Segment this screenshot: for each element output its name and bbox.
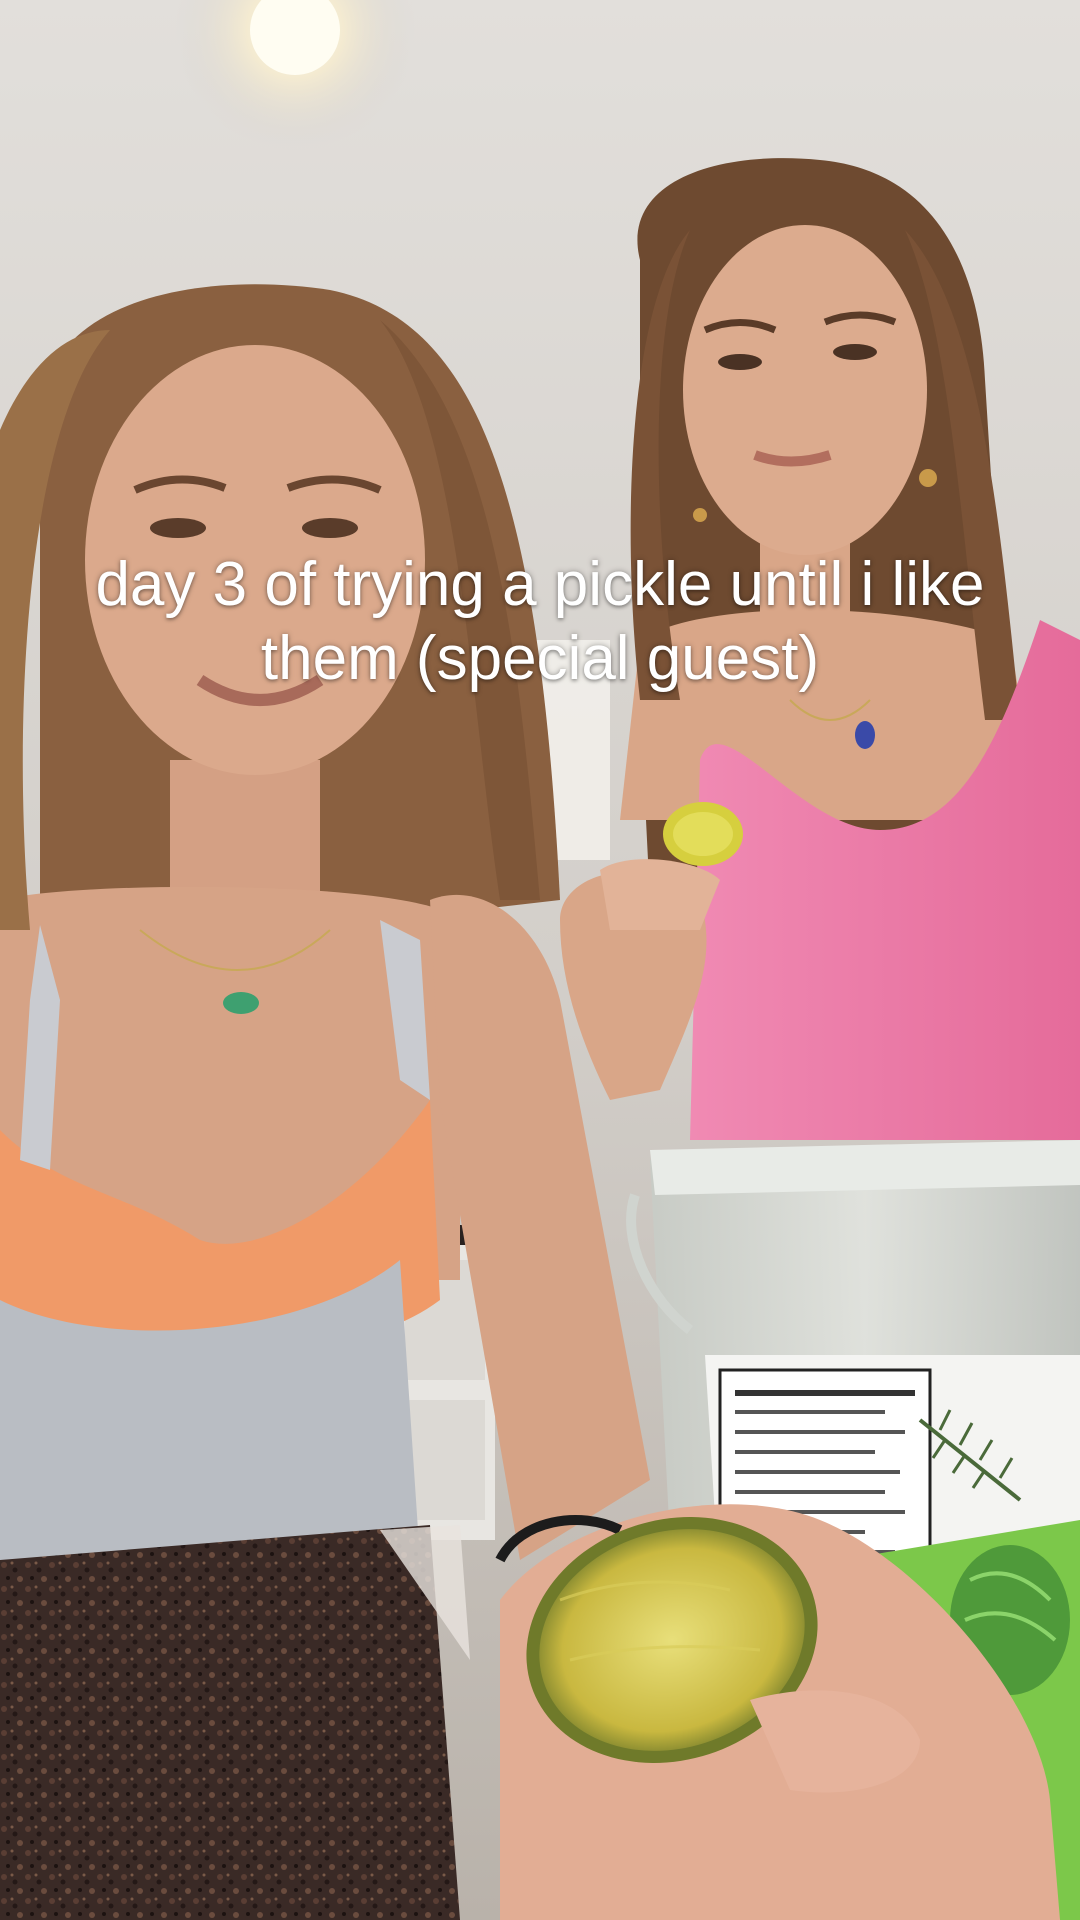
video-caption: day 3 of trying a pickle until i like th… (95, 550, 985, 693)
granite-countertop (0, 1525, 460, 1920)
video-frame: day 3 of trying a pickle until i like th… (0, 0, 1080, 1920)
scene-illustration (0, 0, 1080, 1920)
